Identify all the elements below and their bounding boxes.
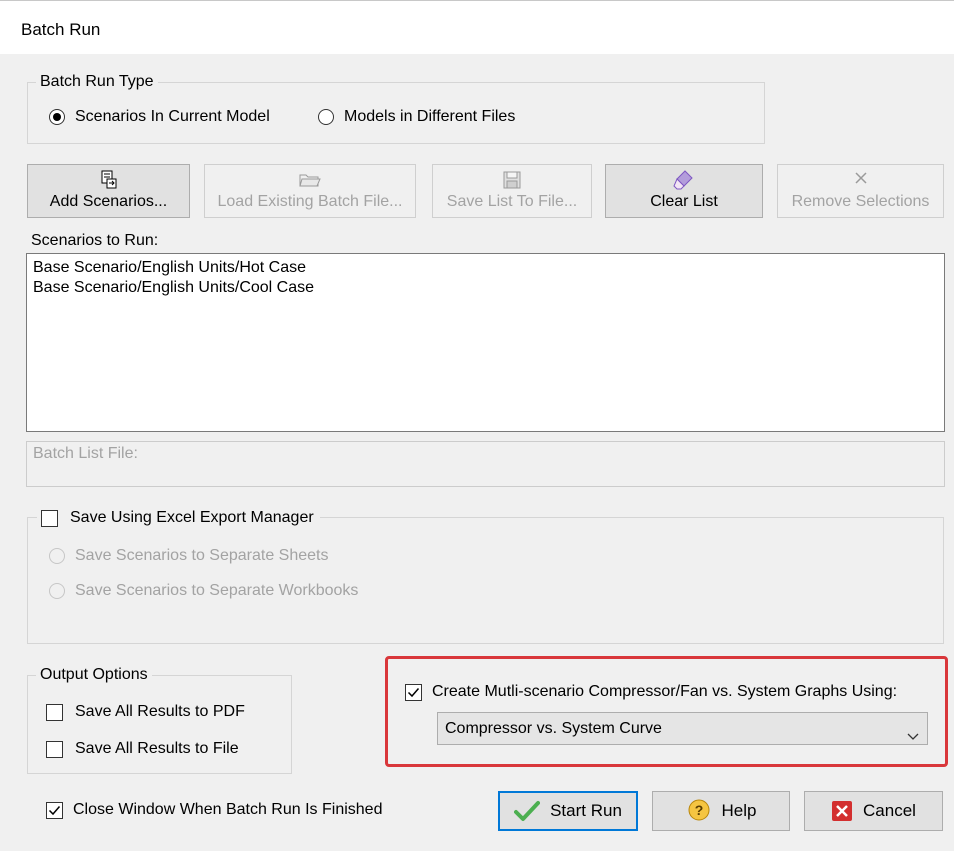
add-list-icon [28,169,189,191]
svg-text:?: ? [694,802,703,818]
multi-scenario-checkbox-row[interactable]: Create Mutli-scenario Compressor/Fan vs.… [405,683,897,701]
radio-label: Scenarios In Current Model [75,108,270,125]
excel-export-group [27,517,944,644]
save-file-label: Save All Results to File [75,740,239,757]
help-icon: ? [686,798,712,824]
radio-models-different-files[interactable]: Models in Different Files [318,108,515,126]
cancel-button[interactable]: Cancel [804,791,943,831]
radio-label: Save Scenarios to Separate Sheets [75,547,329,564]
help-label: Help [721,801,757,820]
save-pdf-checkbox-row[interactable]: Save All Results to PDF [46,703,245,721]
excel-export-checkbox-row[interactable]: Save Using Excel Export Manager [37,509,320,527]
clear-list-button[interactable]: Clear List [605,164,763,218]
output-options-legend: Output Options [36,666,152,684]
batch-list-file-label: Batch List File: [33,445,138,462]
save-pdf-label: Save All Results to PDF [75,703,245,720]
batch-run-type-legend: Batch Run Type [36,73,158,91]
output-options-group [27,675,292,774]
radio-label: Save Scenarios to Separate Workbooks [75,582,359,599]
scenarios-to-run-label: Scenarios to Run: [31,232,159,249]
remove-selections-label: Remove Selections [791,193,930,210]
list-item[interactable]: Base Scenario/English Units/Hot Case [33,258,938,278]
cancel-icon [831,800,853,822]
radio-button[interactable] [318,109,334,125]
graph-type-selected: Compressor vs. System Curve [445,720,662,737]
radio-separate-workbooks[interactable]: Save Scenarios to Separate Workbooks [49,582,358,600]
open-folder-icon [205,169,415,191]
save-disk-icon [433,169,591,191]
chevron-down-icon [907,722,919,753]
start-run-button[interactable]: Start Run [498,791,638,831]
save-file-checkbox-row[interactable]: Save All Results to File [46,740,239,758]
checkmark-icon [407,687,420,697]
save-list-to-file-label: Save List To File... [446,193,578,210]
window-title: Batch Run [21,20,101,39]
radio-button[interactable] [49,548,65,564]
remove-selections-button[interactable]: Remove Selections [777,164,944,218]
start-run-label: Start Run [550,801,622,820]
batch-list-file-field: Batch List File: [26,441,945,487]
x-icon [778,169,943,191]
close-window-checkbox-row[interactable]: Close Window When Batch Run Is Finished [46,801,382,819]
radio-button[interactable] [49,583,65,599]
scenarios-listbox[interactable]: Base Scenario/English Units/Hot Case Bas… [26,253,945,432]
multi-scenario-label: Create Mutli-scenario Compressor/Fan vs.… [432,683,898,700]
save-list-to-file-button[interactable]: Save List To File... [432,164,592,218]
checkmark-icon [48,805,61,815]
graph-type-select[interactable]: Compressor vs. System Curve [437,712,928,745]
eraser-icon [606,169,762,191]
checkmark-icon [514,800,541,822]
radio-label: Models in Different Files [344,108,516,125]
multi-scenario-checkbox[interactable] [405,683,422,701]
close-window-label: Close Window When Batch Run Is Finished [73,801,383,818]
radio-scenarios-current-model[interactable]: Scenarios In Current Model [49,108,270,126]
add-scenarios-button[interactable]: Add Scenarios... [27,164,190,218]
help-button[interactable]: ? Help [652,791,790,831]
load-existing-batch-file-label: Load Existing Batch File... [217,193,403,210]
save-file-checkbox[interactable] [46,740,63,758]
excel-export-checkbox[interactable] [41,509,58,527]
cancel-label: Cancel [863,801,916,820]
list-item[interactable]: Base Scenario/English Units/Cool Case [33,278,938,298]
load-existing-batch-file-button[interactable]: Load Existing Batch File... [204,164,416,218]
save-pdf-checkbox[interactable] [46,703,63,721]
close-window-checkbox[interactable] [46,801,63,819]
clear-list-label: Clear List [650,193,718,210]
radio-button[interactable] [49,109,65,125]
radio-separate-sheets[interactable]: Save Scenarios to Separate Sheets [49,547,329,565]
add-scenarios-label: Add Scenarios... [49,193,168,210]
title-bar: Batch Run [0,0,954,54]
excel-export-label: Save Using Excel Export Manager [70,509,314,526]
